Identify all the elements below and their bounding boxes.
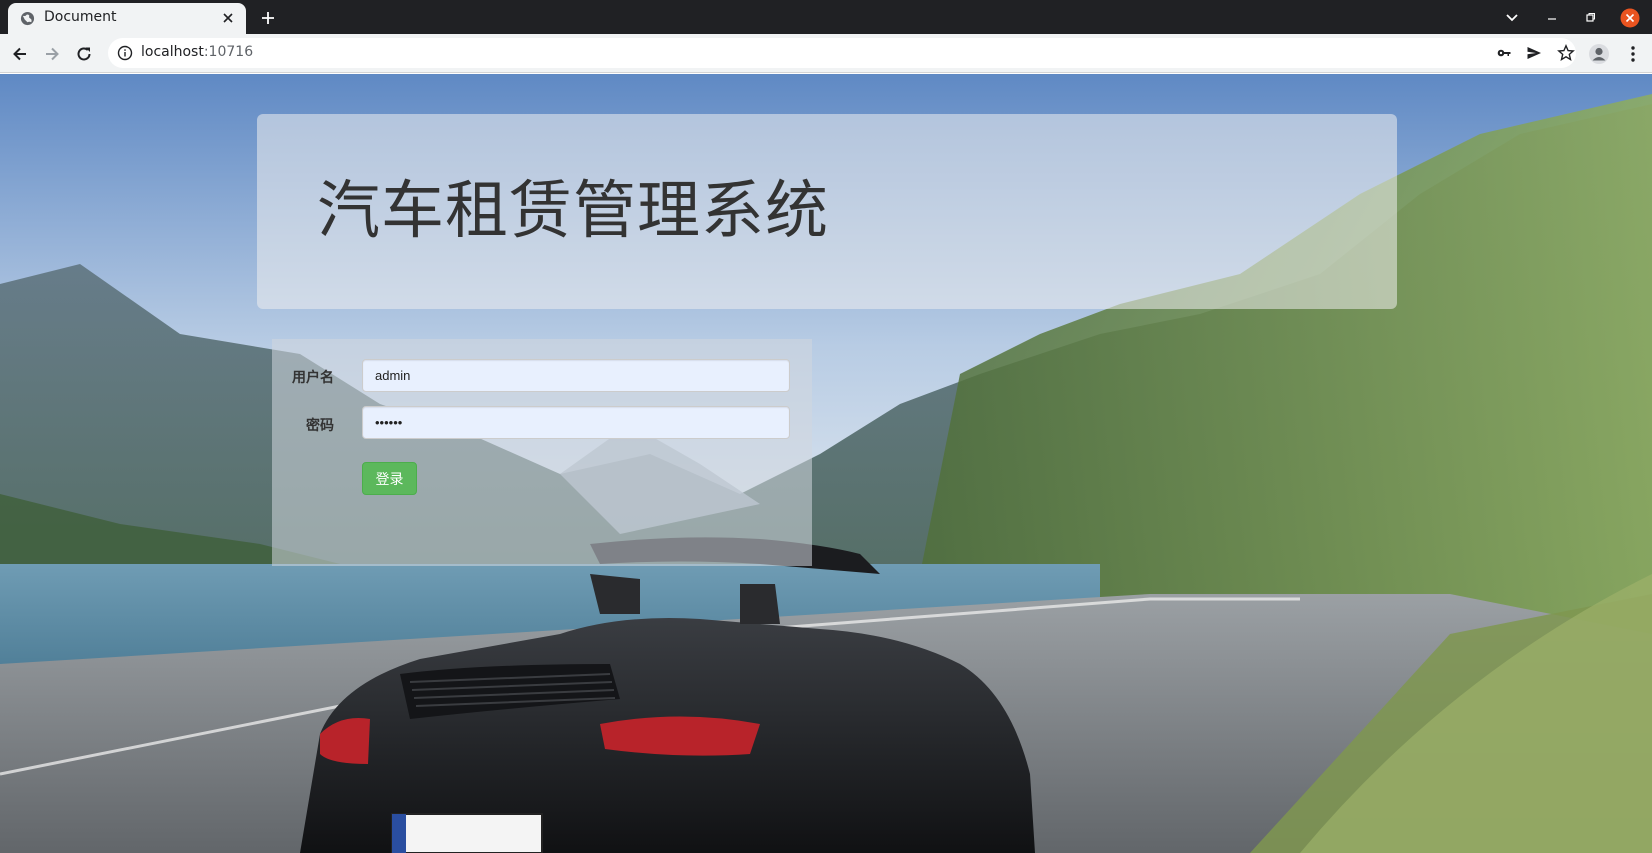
send-icon[interactable]: [1523, 42, 1545, 64]
close-icon[interactable]: [218, 8, 238, 28]
url-host: localhost: [141, 44, 204, 60]
title-banner: 汽车租赁管理系统: [257, 114, 1397, 309]
page-viewport: 汽车租赁管理系统 用户名 密码 登录: [0, 74, 1652, 853]
browser-tab[interactable]: Document: [8, 3, 246, 34]
tab-title: Document: [44, 9, 117, 25]
username-label: 用户名: [292, 370, 334, 386]
login-button[interactable]: 登录: [362, 462, 417, 495]
url-text[interactable]: localhost:10716: [141, 44, 253, 60]
browser-toolbar: localhost:10716: [0, 34, 1652, 73]
restore-icon[interactable]: [1578, 7, 1602, 29]
username-input[interactable]: [362, 359, 790, 392]
forward-arrow-icon[interactable]: [39, 41, 65, 67]
url-port: :10716: [203, 44, 254, 60]
key-icon[interactable]: [1493, 42, 1515, 64]
back-arrow-icon[interactable]: [7, 41, 33, 67]
login-form: 用户名 密码 登录: [272, 339, 812, 566]
reload-icon[interactable]: [71, 41, 97, 67]
star-icon[interactable]: [1555, 42, 1577, 64]
globe-icon: [20, 11, 35, 26]
address-bar[interactable]: localhost:10716: [108, 38, 1576, 68]
password-input[interactable]: [362, 406, 790, 439]
system-title: 汽车租赁管理系统: [317, 174, 829, 247]
info-icon[interactable]: [117, 45, 133, 61]
browser-titlebar: Document: [0, 0, 1652, 34]
window-close-icon[interactable]: [1618, 7, 1642, 29]
password-label: 密码: [306, 418, 334, 434]
chevron-down-icon[interactable]: [1500, 7, 1524, 29]
kebab-menu-icon[interactable]: [1620, 41, 1646, 67]
profile-icon[interactable]: [1586, 41, 1612, 67]
plus-icon[interactable]: [256, 7, 280, 29]
minimize-icon[interactable]: [1540, 7, 1564, 29]
